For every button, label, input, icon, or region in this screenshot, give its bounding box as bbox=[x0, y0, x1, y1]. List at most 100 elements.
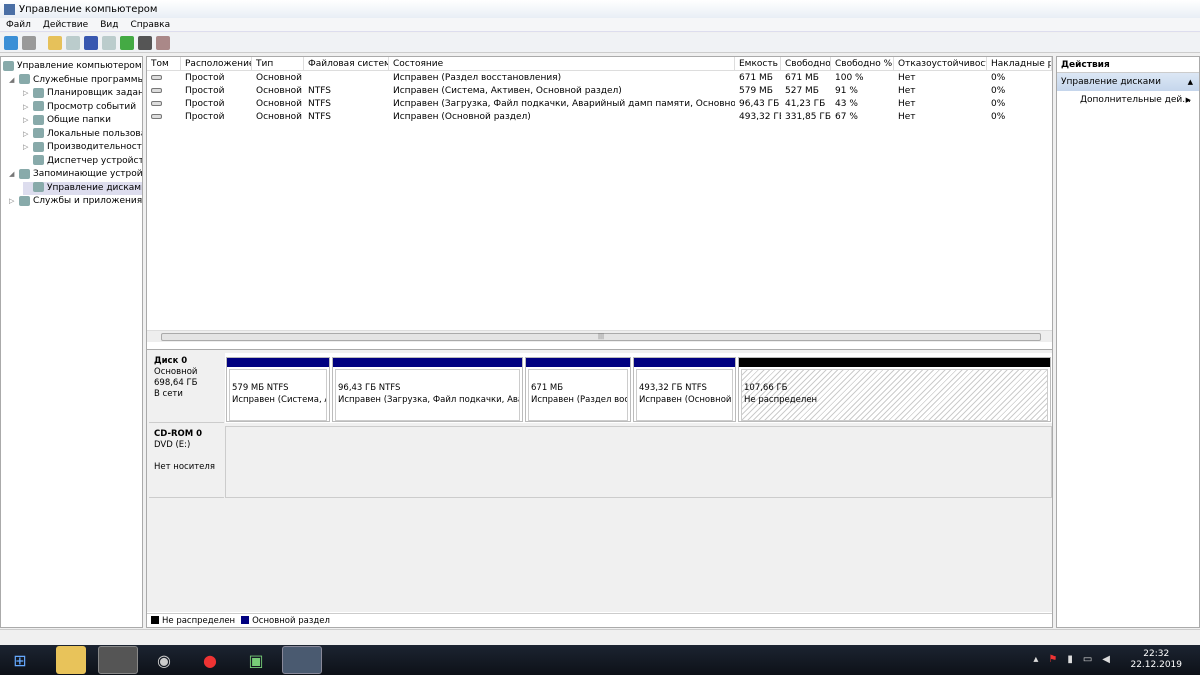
tree-item[interactable]: ◢ Служебные программы bbox=[9, 74, 142, 87]
network-icon[interactable]: ▭ bbox=[1083, 654, 1092, 665]
table-cell: 91 % bbox=[835, 86, 858, 96]
cdrom-status: Нет носителя bbox=[154, 462, 215, 472]
action-center-icon[interactable]: ⚑ bbox=[1048, 654, 1057, 665]
partition[interactable]: 493,32 ГБ NTFS Исправен (Основной раздел) bbox=[633, 357, 736, 422]
partition-size: 96,43 ГБ NTFS bbox=[338, 383, 401, 393]
expand-arrow-icon[interactable]: ▷ bbox=[9, 195, 19, 208]
volume-icon[interactable]: ◀ bbox=[1102, 654, 1110, 665]
forward-icon[interactable] bbox=[22, 35, 36, 50]
expand-arrow-icon[interactable]: ◢ bbox=[9, 74, 19, 87]
expand-arrow-icon[interactable]: ▷ bbox=[23, 114, 33, 127]
explorer-icon[interactable] bbox=[56, 646, 86, 674]
column-header[interactable]: Отказоустойчивость bbox=[894, 57, 987, 71]
disk-graphical-view: Диск 0 Основной 698,64 ГБ В сети 579 МБ … bbox=[147, 349, 1052, 612]
tree-item[interactable]: Диспетчер устройств bbox=[23, 155, 142, 168]
expand-arrow-icon[interactable]: ▷ bbox=[23, 141, 33, 154]
table-row[interactable]: Простой Основной Исправен (Раздел восстано… bbox=[147, 72, 1052, 85]
show-hidden-icon[interactable]: ▴ bbox=[1033, 654, 1038, 665]
tree-item[interactable]: ▷ Локальные пользовате bbox=[23, 128, 142, 141]
menu-action[interactable]: Действие bbox=[37, 20, 94, 30]
cell-volume bbox=[147, 72, 181, 85]
computer-management-icon bbox=[4, 3, 15, 15]
tree-item[interactable]: ▷ Общие папки bbox=[23, 114, 111, 127]
tree-item[interactable]: ▷ Планировщик заданий bbox=[23, 87, 142, 100]
partition[interactable]: 107,66 ГБ Не распределен bbox=[738, 357, 1051, 422]
partition-size: 493,32 ГБ NTFS bbox=[639, 383, 707, 393]
column-header[interactable]: Накладные рас bbox=[987, 57, 1052, 71]
steam-icon[interactable]: ◉ bbox=[144, 646, 184, 674]
volume-icon bbox=[151, 88, 162, 93]
cdrom-0-label[interactable]: CD-ROM 0 DVD (E:) Нет носителя bbox=[149, 426, 224, 498]
settings-icon[interactable] bbox=[156, 35, 170, 50]
scrollbar-thumb[interactable]: ||| bbox=[161, 333, 1041, 341]
menu-bar: Файл Действие Вид Справка bbox=[0, 18, 1200, 32]
menu-help[interactable]: Справка bbox=[124, 20, 176, 30]
partition[interactable]: 96,43 ГБ NTFS Исправен (Загрузка, Файл по… bbox=[332, 357, 523, 422]
partition-body: 579 МБ NTFS Исправен (Система, Ак bbox=[229, 369, 327, 421]
tree-item-label: Просмотр событий bbox=[47, 101, 137, 112]
cdrom-type: DVD (E:) bbox=[154, 440, 191, 450]
column-header[interactable]: Емкость bbox=[735, 57, 781, 71]
show-tree-icon[interactable] bbox=[66, 35, 80, 50]
up-folder-icon[interactable] bbox=[48, 35, 62, 50]
column-header[interactable]: Тип bbox=[252, 57, 304, 71]
table-cell: 0% bbox=[991, 73, 1006, 83]
partition[interactable]: 671 МБ Исправен (Раздел восст bbox=[525, 357, 631, 422]
status-bar bbox=[0, 629, 1200, 645]
tree-item-label: Производительность bbox=[47, 142, 143, 152]
partition-body: 671 МБ Исправен (Раздел восст bbox=[528, 369, 628, 421]
expand-arrow-icon[interactable]: ◢ bbox=[9, 168, 19, 181]
tree-item[interactable]: Управление компьютером (л bbox=[3, 60, 142, 73]
expand-arrow-icon[interactable]: ▷ bbox=[23, 87, 33, 100]
table-row[interactable]: Простой Основной NTFS Исправен (Загрузка, Ф… bbox=[147, 98, 1052, 111]
expand-arrow-icon[interactable]: ▷ bbox=[23, 101, 33, 114]
snipping-tool-icon[interactable] bbox=[98, 646, 138, 674]
back-icon[interactable] bbox=[4, 35, 18, 50]
chrome-icon[interactable]: ● bbox=[190, 646, 230, 674]
start-button[interactable]: ⊞ bbox=[0, 646, 40, 674]
partition-status: Не распределен bbox=[744, 395, 818, 405]
partition-size: 107,66 ГБ bbox=[744, 383, 788, 393]
menu-view[interactable]: Вид bbox=[94, 20, 124, 30]
table-row[interactable]: Простой Основной NTFS Исправен (Система, Ак… bbox=[147, 85, 1052, 98]
volume-table-header: Том Расположение Тип Файловая система Состоя… bbox=[147, 57, 1052, 71]
table-cell: 331,85 ГБ bbox=[785, 112, 831, 122]
menu-file[interactable]: Файл bbox=[0, 20, 37, 30]
tree-item[interactable]: ▷ Службы и приложения bbox=[9, 195, 142, 208]
tree-item[interactable]: ◢ Запоминающие устройст bbox=[9, 168, 142, 181]
tree-item[interactable]: Управление дисками bbox=[23, 181, 142, 195]
actions-group-disk-management[interactable]: Управление дисками ▲ bbox=[1057, 73, 1199, 91]
app-icon[interactable]: ▣ bbox=[236, 646, 276, 674]
expand-arrow-icon[interactable]: ▷ bbox=[23, 128, 33, 141]
partition[interactable]: 579 МБ NTFS Исправен (Система, Ак bbox=[226, 357, 330, 422]
properties-icon[interactable] bbox=[138, 35, 152, 50]
tree-item[interactable]: ▷ Производительность bbox=[23, 141, 143, 154]
table-cell: 100 % bbox=[835, 73, 864, 83]
actions-header: Действия bbox=[1057, 57, 1199, 73]
partition-status: Исправен (Загрузка, Файл подкачки, Авари bbox=[338, 395, 520, 405]
horizontal-scrollbar[interactable]: ||| bbox=[147, 330, 1052, 342]
column-header[interactable]: Том bbox=[147, 57, 181, 71]
disk-0-label[interactable]: Диск 0 Основной 698,64 ГБ В сети bbox=[149, 353, 224, 423]
column-header[interactable]: Расположение bbox=[181, 57, 252, 71]
column-header[interactable]: Состояние bbox=[389, 57, 735, 71]
column-header[interactable]: Свободно bbox=[781, 57, 831, 71]
legend: Не распределен Основной раздел bbox=[147, 613, 1052, 627]
refresh-icon[interactable] bbox=[120, 35, 134, 50]
table-cell: Нет bbox=[898, 73, 916, 83]
power-icon[interactable]: ▮ bbox=[1067, 654, 1073, 665]
more-actions-item[interactable]: Дополнительные дей... ▶ bbox=[1057, 91, 1199, 109]
partition-status: Исправен (Раздел восст bbox=[531, 395, 628, 405]
tree-item-label: Общие папки bbox=[47, 115, 111, 125]
help-icon[interactable] bbox=[84, 35, 98, 50]
table-cell: NTFS bbox=[308, 112, 331, 122]
table-row[interactable]: Простой Основной NTFS Исправен (Основной ра… bbox=[147, 111, 1052, 124]
column-header[interactable]: Свободно % bbox=[831, 57, 894, 71]
toolbar bbox=[0, 33, 1200, 53]
clock[interactable]: 22:32 22.12.2019 bbox=[1130, 649, 1182, 671]
computer-management-task[interactable] bbox=[282, 646, 322, 674]
show-actions-icon[interactable] bbox=[102, 35, 116, 50]
column-header[interactable]: Файловая система bbox=[304, 57, 389, 71]
partition-header bbox=[634, 358, 735, 367]
tree-item[interactable]: ▷ Просмотр событий bbox=[23, 101, 136, 114]
